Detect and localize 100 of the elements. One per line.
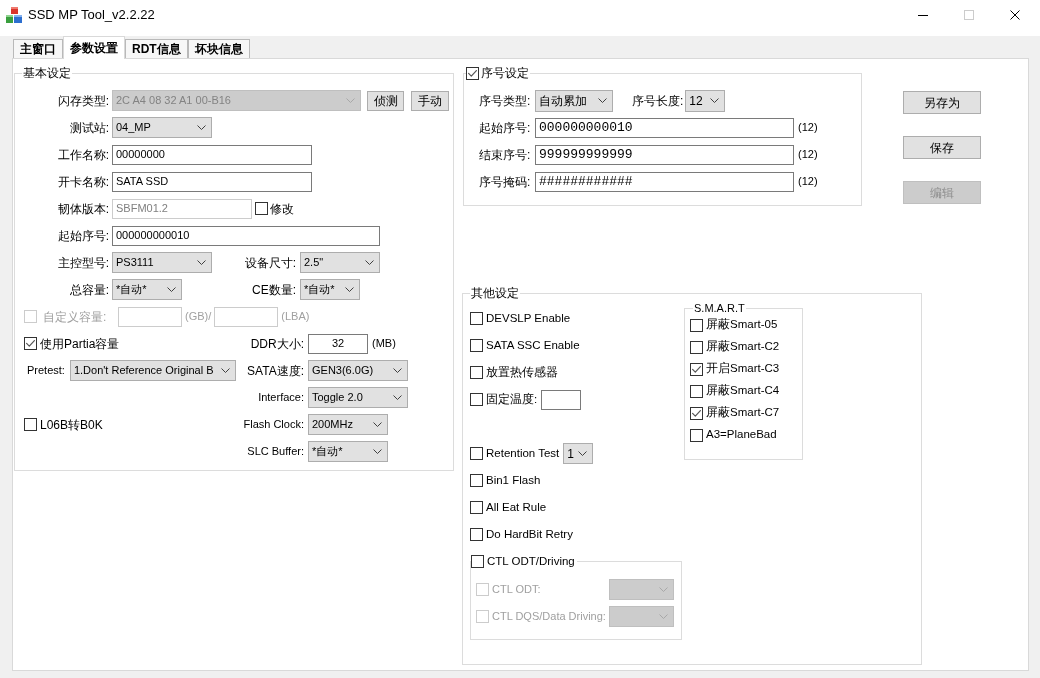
field-label: 使用Partia容量 [40, 335, 120, 353]
chevron-down-icon [197, 125, 206, 130]
checkbox[interactable] [466, 66, 479, 80]
text-field[interactable]: 00000000 [112, 144, 312, 165]
field-label: Pretest: [27, 363, 65, 379]
text-field[interactable] [214, 306, 279, 327]
field-label: 序号类型: [479, 93, 531, 108]
field-label: (12) [798, 147, 818, 163]
checkbox[interactable] [690, 384, 703, 398]
text-field[interactable]: 32 [308, 333, 368, 354]
field-label: SATA速度: [247, 362, 304, 380]
maximize-icon [964, 10, 974, 20]
field-label: L06B转B0K [40, 416, 103, 434]
tab[interactable]: 主窗口 [13, 39, 63, 58]
field-label: 修改 [270, 200, 294, 218]
checkbox[interactable] [470, 366, 483, 379]
dropdown[interactable]: *自动* [308, 441, 388, 462]
dropdown[interactable]: 04_MP [112, 117, 212, 138]
checkbox[interactable] [690, 362, 703, 376]
checkbox[interactable] [690, 318, 703, 332]
chevron-down-icon [345, 287, 354, 292]
dropdown[interactable]: *自动* [300, 279, 360, 300]
checkmark-icon [692, 409, 701, 417]
checkbox[interactable] [690, 406, 703, 420]
field-label: CTL DQS/Data Driving: [492, 609, 606, 625]
tab[interactable]: 参数设置 [63, 36, 125, 59]
field-label: 序号长度: [632, 92, 684, 110]
field-label: CTL ODT/Driving [487, 554, 575, 569]
field-label: 开启Smart-C3 [706, 361, 780, 377]
chevron-down-icon [578, 451, 588, 456]
checkbox[interactable] [471, 554, 484, 568]
checkbox[interactable] [470, 393, 483, 406]
push-button[interactable]: 另存为 [903, 91, 981, 114]
text-field[interactable] [118, 306, 182, 327]
field-label: 屏蔽Smart-C4 [706, 383, 780, 399]
field-label: 屏蔽Smart-05 [706, 317, 778, 333]
field-label: CE数量: [252, 281, 296, 299]
checkbox[interactable] [470, 312, 483, 325]
field-label: All Eat Rule [486, 499, 547, 515]
dropdown[interactable]: GEN3(6.0G) [308, 360, 408, 381]
chevron-down-icon [373, 449, 382, 454]
dropdown[interactable]: *自动* [112, 279, 182, 300]
dropdown[interactable]: 1 [563, 443, 594, 464]
push-button[interactable]: 手动 [411, 90, 449, 111]
field-label: (GB)/ [185, 309, 212, 325]
group-title: 基本设定 [22, 65, 72, 81]
text-field[interactable]: 000000000010 [112, 225, 380, 246]
field-label: 结束序号: [479, 147, 531, 162]
text-field[interactable]: SATA SSD [112, 171, 312, 192]
checkbox[interactable] [470, 474, 483, 487]
field-label: A3=PlaneBad [706, 427, 777, 443]
field-label: DEVSLP Enable [486, 310, 571, 326]
dropdown[interactable]: 自动累加 [535, 89, 613, 112]
chevron-down-icon [659, 614, 668, 619]
group-title: 序号设定 [481, 65, 529, 81]
push-button[interactable]: 侦测 [367, 90, 404, 111]
checkbox[interactable] [470, 501, 483, 514]
field-label: Interface: [258, 390, 304, 406]
checkbox[interactable] [690, 428, 703, 442]
chevron-down-icon [393, 368, 402, 373]
field-label: 开卡名称: [57, 173, 109, 191]
checkbox[interactable] [24, 337, 37, 350]
field-label: (12) [798, 174, 818, 190]
chevron-down-icon [346, 98, 355, 103]
push-button[interactable]: 保存 [903, 136, 981, 159]
text-field[interactable]: ############ [535, 171, 794, 192]
tab[interactable]: 坏块信息 [187, 39, 250, 58]
field-label: 起始序号: [57, 227, 109, 245]
checkbox[interactable] [470, 339, 483, 352]
chevron-down-icon [659, 587, 668, 592]
field-label: Do HardBit Retry [486, 526, 573, 542]
cubes-icon [6, 6, 22, 23]
text-field[interactable] [541, 389, 582, 410]
field-label: 屏蔽Smart-C7 [706, 405, 780, 421]
dropdown[interactable]: PS3111 [112, 252, 212, 273]
field-label: SLC Buffer: [247, 444, 304, 460]
dropdown[interactable]: 2.5" [300, 252, 380, 273]
dropdown[interactable]: 200MHz [308, 414, 388, 435]
field-label: (12) [798, 120, 818, 136]
chevron-down-icon [710, 98, 720, 103]
checkmark-icon [26, 340, 35, 347]
dropdown[interactable]: Toggle 2.0 [308, 387, 408, 408]
dropdown[interactable]: 1.Don't Reference Original B [69, 360, 236, 381]
text-field[interactable]: 000000000010 [535, 117, 794, 138]
field-label: 放置热传感器 [486, 364, 558, 380]
checkbox[interactable] [24, 418, 37, 431]
field-label: 起始序号: [479, 120, 531, 135]
field-label: 工作名称: [57, 146, 109, 164]
chevron-down-icon [365, 260, 374, 265]
text-field[interactable]: 999999999999 [535, 144, 794, 165]
checkbox[interactable] [470, 447, 483, 460]
checkbox[interactable] [255, 202, 268, 215]
chevron-down-icon [393, 395, 402, 400]
tab[interactable]: RDT信息 [125, 39, 188, 58]
checkbox[interactable] [690, 340, 703, 354]
dropdown[interactable]: 12 [685, 89, 726, 112]
checkbox[interactable] [470, 528, 483, 541]
group-title: S.M.A.R.T [693, 302, 746, 314]
field-label: Flash Clock: [243, 417, 304, 433]
field-label: 主控型号: [57, 254, 109, 272]
